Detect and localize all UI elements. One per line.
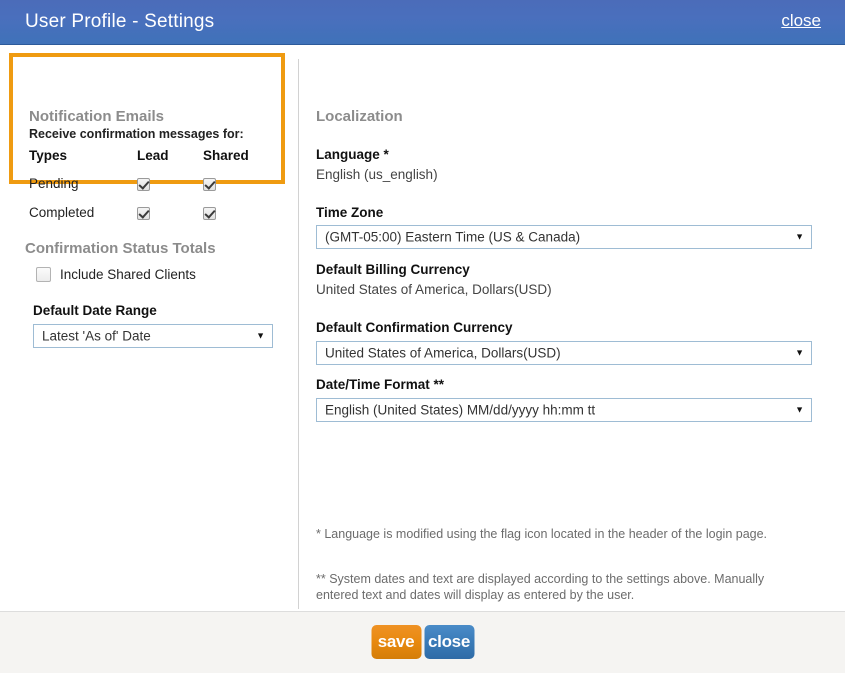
default-date-range-value: Latest 'As of' Date <box>42 329 151 344</box>
time-zone-select[interactable]: (GMT-05:00) Eastern Time (US & Canada) ▼ <box>316 225 812 249</box>
default-billing-currency-label: Default Billing Currency <box>316 262 470 277</box>
language-value: English (us_english) <box>316 167 438 182</box>
window-titlebar: User Profile - Settings close <box>0 0 845 45</box>
default-date-range-select[interactable]: Latest 'As of' Date ▼ <box>33 324 273 348</box>
notification-emails-table: Types Lead Shared Pending Completed <box>29 148 283 227</box>
page-title: User Profile - Settings <box>25 11 214 33</box>
table-header-row: Types Lead Shared <box>29 148 283 169</box>
checkbox-pending-lead[interactable] <box>137 178 150 191</box>
confirmation-status-totals-heading: Confirmation Status Totals <box>25 240 216 257</box>
footnote-language: * Language is modified using the flag ic… <box>316 526 806 542</box>
include-shared-clients-label: Include Shared Clients <box>60 267 196 282</box>
time-zone-value: (GMT-05:00) Eastern Time (US & Canada) <box>325 230 580 245</box>
table-row: Completed <box>29 198 283 227</box>
column-divider <box>298 59 299 609</box>
time-zone-label: Time Zone <box>316 205 383 220</box>
footnote-date-format: ** System dates and text are displayed a… <box>316 571 806 603</box>
language-label: Language * <box>316 147 389 162</box>
checkbox-completed-lead[interactable] <box>137 207 150 220</box>
date-time-format-value: English (United States) MM/dd/yyyy hh:mm… <box>325 403 595 418</box>
chevron-down-icon: ▼ <box>256 332 265 341</box>
default-billing-currency-value: United States of America, Dollars(USD) <box>316 282 552 297</box>
column-header-types: Types <box>29 148 137 169</box>
date-time-format-select[interactable]: English (United States) MM/dd/yyyy hh:mm… <box>316 398 812 422</box>
dialog-footer: save close <box>0 611 845 673</box>
settings-content: Notification Emails Receive confirmation… <box>0 45 845 611</box>
notification-emails-heading: Notification Emails <box>29 108 164 125</box>
row-label-completed: Completed <box>29 198 137 227</box>
default-date-range-label: Default Date Range <box>33 303 157 318</box>
chevron-down-icon: ▼ <box>795 349 804 358</box>
column-header-shared: Shared <box>203 148 283 169</box>
row-label-pending: Pending <box>29 169 137 198</box>
default-confirmation-currency-select[interactable]: United States of America, Dollars(USD) ▼ <box>316 341 812 365</box>
close-button[interactable]: close <box>424 625 474 659</box>
column-header-lead: Lead <box>137 148 203 169</box>
notification-emails-subheading: Receive confirmation messages for: <box>29 127 244 141</box>
checkbox-completed-shared[interactable] <box>203 207 216 220</box>
chevron-down-icon: ▼ <box>795 233 804 242</box>
table-row: Pending <box>29 169 283 198</box>
close-link[interactable]: close <box>781 11 821 31</box>
save-button[interactable]: save <box>371 625 421 659</box>
default-confirmation-currency-value: United States of America, Dollars(USD) <box>325 346 561 361</box>
chevron-down-icon: ▼ <box>795 406 804 415</box>
default-confirmation-currency-label: Default Confirmation Currency <box>316 320 513 335</box>
localization-heading: Localization <box>316 108 403 125</box>
date-time-format-label: Date/Time Format ** <box>316 377 444 392</box>
include-shared-clients-row[interactable]: Include Shared Clients <box>36 267 196 282</box>
footer-button-group: save close <box>371 625 474 659</box>
checkbox-include-shared-clients[interactable] <box>36 267 51 282</box>
checkbox-pending-shared[interactable] <box>203 178 216 191</box>
